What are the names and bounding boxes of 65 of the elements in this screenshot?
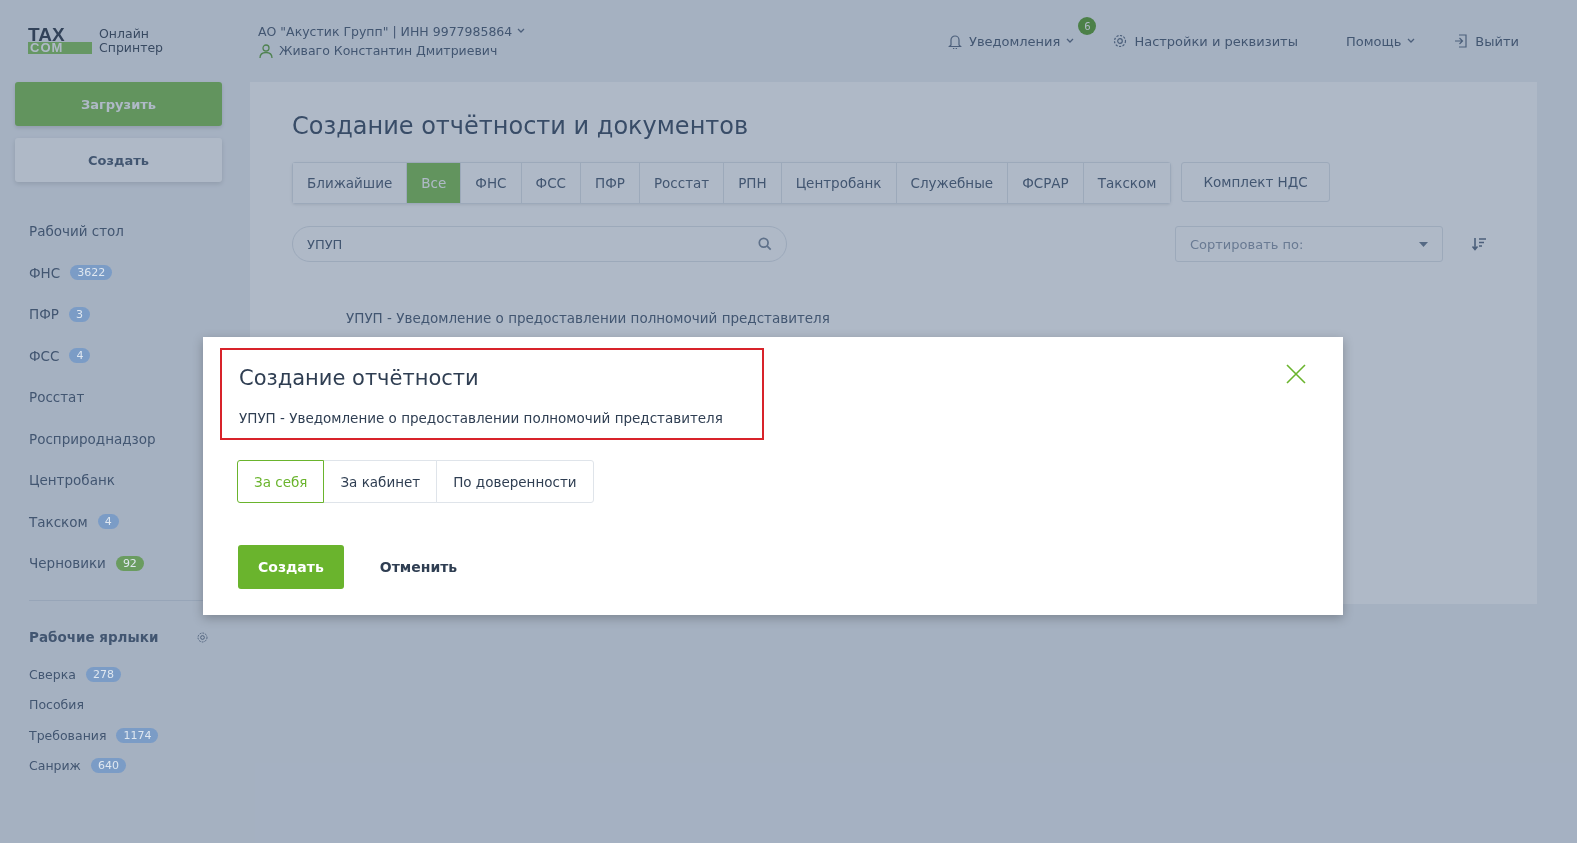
logo-text: Спринтер: [99, 41, 164, 55]
caret-icon: [517, 28, 526, 34]
shortcut-item[interactable]: Сверка: [29, 666, 76, 682]
sidebar-item[interactable]: Центробанк: [29, 472, 115, 488]
logo-text: Онлайн: [99, 27, 150, 41]
count-badge: 4: [69, 348, 91, 363]
tab[interactable]: РПН: [724, 163, 782, 203]
person-icon: [258, 42, 274, 59]
shortcut-item[interactable]: Санриж: [29, 758, 81, 773]
logout-icon: [1453, 33, 1470, 49]
count-badge: 92: [115, 555, 144, 571]
page-title: Создание отчётности и документов: [292, 112, 750, 140]
dialog-title: Создание отчётности: [239, 366, 480, 390]
section-title: Рабочие ярлыки: [29, 629, 159, 645]
count-badge: 278: [85, 666, 121, 682]
shortcut-item[interactable]: Пособия: [29, 697, 84, 712]
user-name: Живаго Константин Дмитриевич: [279, 43, 498, 58]
option-tab[interactable]: За себя: [237, 460, 325, 503]
sort-icon: [1471, 236, 1487, 252]
create-button[interactable]: Создать: [238, 545, 344, 589]
create-button[interactable]: Создать: [15, 138, 222, 182]
sidebar-item[interactable]: Такском: [29, 513, 88, 530]
sidebar-item[interactable]: Росприроднадзор: [29, 430, 156, 447]
gear-icon: [1112, 33, 1129, 49]
option-tab[interactable]: По доверенности: [436, 460, 594, 503]
nav-link[interactable]: Помощь: [1345, 33, 1416, 49]
tab[interactable]: Комплект НДС: [1181, 162, 1330, 202]
shortcut-item[interactable]: Требования: [29, 727, 107, 743]
caret-icon: [1419, 241, 1428, 247]
dialog-subtitle: УПУП - Уведомление о предоставлении полномочий представителя: [239, 410, 724, 426]
cancel-button[interactable]: Отменить: [379, 559, 458, 575]
tab[interactable]: Центробанк: [781, 163, 897, 203]
tab[interactable]: ФСС: [521, 163, 581, 203]
search-icon: [758, 237, 772, 251]
count-badge: 3: [68, 306, 90, 322]
sidebar-item[interactable]: Рабочий стол: [29, 223, 124, 239]
tab[interactable]: ФСРАР: [1008, 163, 1084, 203]
upload-button[interactable]: Загрузить: [15, 82, 222, 126]
count-badge: 3622: [70, 265, 113, 280]
sidebar-item[interactable]: ФСС: [29, 347, 60, 364]
settings-icon: [196, 630, 209, 644]
tab[interactable]: ФНС: [461, 163, 522, 203]
sidebar-item[interactable]: Росстат: [29, 389, 85, 405]
option-tab[interactable]: За кабинет: [323, 460, 438, 503]
tab[interactable]: Росстат: [639, 163, 725, 203]
tab[interactable]: Все: [407, 163, 462, 203]
count-badge: 6: [1078, 17, 1097, 35]
tab[interactable]: Служебные: [896, 163, 1009, 203]
count-badge: 1174: [116, 727, 159, 743]
result-item[interactable]: УПУП - Уведомление о предоставлении полномочий представителя: [346, 310, 830, 326]
bell-icon: [947, 33, 963, 49]
sidebar-item[interactable]: ПФР: [29, 306, 59, 322]
sidebar-item[interactable]: ФНС: [29, 264, 61, 281]
sort-dropdown[interactable]: Сортировать по:: [1175, 226, 1443, 262]
logo-mark: TAX COM: [28, 28, 92, 54]
sidebar-item[interactable]: Черновики: [29, 555, 106, 571]
tab[interactable]: Такском: [1083, 163, 1171, 203]
nav-link[interactable]: Выйти: [1453, 33, 1519, 49]
count-badge: 4: [97, 514, 119, 529]
tab[interactable]: ПФР: [581, 163, 640, 203]
count-badge: 640: [90, 758, 126, 773]
tab[interactable]: Ближайшие: [293, 163, 408, 203]
organization-name[interactable]: АО "Акустик Групп" | ИНН 9977985864: [258, 23, 513, 39]
nav-link[interactable]: Настройки и реквизиты: [1112, 33, 1298, 49]
close-button[interactable]: [1286, 364, 1306, 384]
